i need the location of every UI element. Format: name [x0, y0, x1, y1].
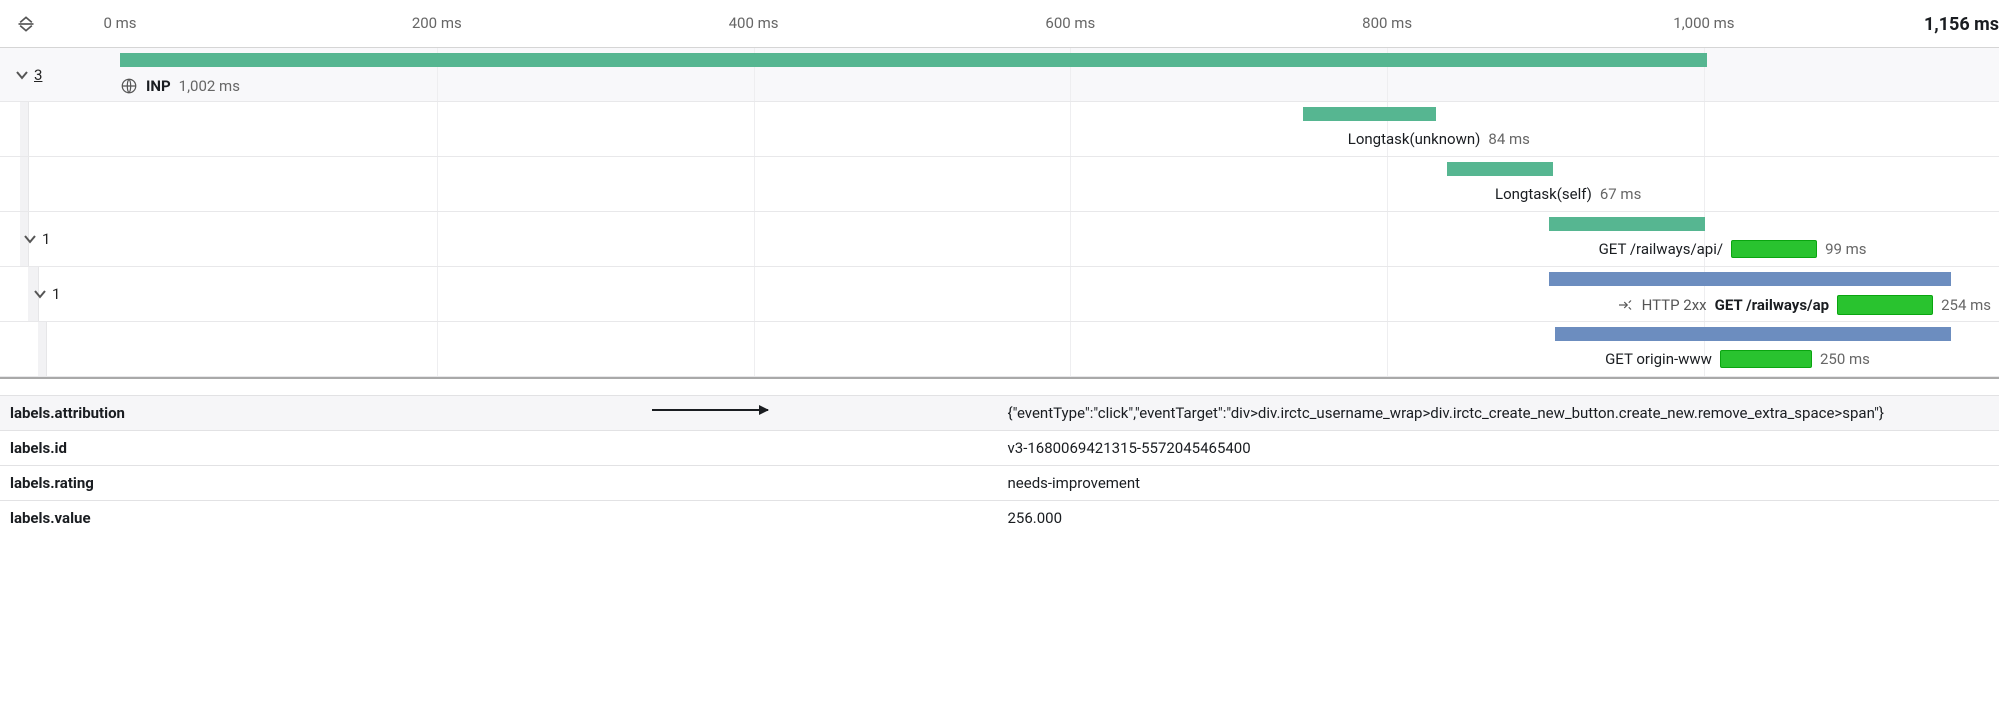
collapse-all-icon[interactable]: [16, 14, 36, 34]
detail-value: 256.000: [1008, 509, 1990, 527]
span-bar[interactable]: [1303, 107, 1436, 121]
timeline-tick: 600 ms: [1045, 14, 1095, 32]
span-bar[interactable]: [1555, 327, 1951, 341]
incoming-request-icon: [1616, 296, 1634, 314]
redacted-segment: [1837, 295, 1933, 315]
span-row-get-origin-www[interactable]: GET origin-www 250 ms: [0, 322, 1999, 377]
span-name: Longtask(unknown): [1348, 130, 1481, 148]
http-status: HTTP 2xx: [1642, 296, 1707, 314]
span-duration: 84 ms: [1488, 130, 1529, 148]
detail-key: labels.attribution: [10, 404, 992, 422]
timeline-total-label: 1,156 ms: [1924, 14, 1999, 35]
child-count[interactable]: 3: [34, 66, 42, 84]
detail-key: labels.rating: [10, 474, 992, 492]
detail-key: labels.value: [10, 509, 992, 527]
chevron-down-icon[interactable]: [32, 286, 48, 302]
child-count: 1: [52, 285, 60, 303]
span-name: GET origin-www: [1605, 350, 1712, 368]
redacted-segment: [1720, 350, 1812, 368]
redacted-segment: [1731, 240, 1817, 258]
globe-icon: [120, 77, 138, 95]
span-name: INP: [146, 77, 171, 95]
detail-row: labels.id v3-1680069421315-5572045465400: [0, 430, 1999, 465]
chevron-down-icon[interactable]: [22, 231, 38, 247]
span-duration: 67 ms: [1600, 185, 1641, 203]
timeline-tick: 800 ms: [1362, 14, 1412, 32]
span-row-inp[interactable]: 3 INP 1,002 ms: [0, 48, 1999, 102]
span-duration: 254 ms: [1941, 296, 1991, 314]
span-duration: 250 ms: [1820, 350, 1870, 368]
span-row-http-get-railways-ap[interactable]: 1 HTTP 2xx GET /railways/ap 254 ms: [0, 267, 1999, 322]
timeline-tick: 0 ms: [103, 14, 136, 32]
timeline-tick: 1,000 ms: [1673, 14, 1734, 32]
span-duration: 99 ms: [1825, 240, 1866, 258]
detail-row: labels.attribution {"eventType":"click",…: [0, 395, 1999, 430]
span-meta: INP 1,002 ms: [120, 77, 240, 95]
span-bar[interactable]: [1549, 272, 1951, 286]
timeline-ruler: 1,156 ms 0 ms 200 ms 400 ms 600 ms 800 ms 1,0…: [0, 0, 1999, 48]
span-row-longtask-unknown[interactable]: Longtask(unknown) 84 ms: [0, 102, 1999, 157]
span-row-get-railways-api[interactable]: 1 GET /railways/api/ 99 ms: [0, 212, 1999, 267]
detail-value: v3-1680069421315-5572045465400: [1008, 439, 1990, 457]
detail-key: labels.id: [10, 439, 992, 457]
timeline-tick: 200 ms: [412, 14, 462, 32]
span-bar[interactable]: [120, 53, 1707, 67]
detail-value: {"eventType":"click","eventTarget":"div>…: [1008, 404, 1990, 422]
span-rows: 3 INP 1,002 ms Longtask(unknown) 84 ms: [0, 48, 1999, 379]
detail-row: labels.rating needs-improvement: [0, 465, 1999, 500]
arrow-annotation: [652, 409, 768, 411]
detail-value: needs-improvement: [1008, 474, 1990, 492]
span-bar[interactable]: [1447, 162, 1553, 176]
details-table: labels.attribution {"eventType":"click",…: [0, 395, 1999, 535]
child-count: 1: [42, 230, 50, 248]
span-name: GET /railways/api/: [1599, 240, 1723, 258]
http-meta: HTTP 2xx: [1616, 296, 1707, 314]
chevron-down-icon[interactable]: [14, 67, 30, 83]
span-duration: 1,002 ms: [179, 77, 240, 95]
detail-row: labels.value 256.000: [0, 500, 1999, 535]
span-name: Longtask(self): [1495, 185, 1592, 203]
span-row-longtask-self[interactable]: Longtask(self) 67 ms: [0, 157, 1999, 212]
span-name: GET /railways/ap: [1715, 296, 1829, 314]
timeline-tick: 400 ms: [729, 14, 779, 32]
span-bar[interactable]: [1549, 217, 1706, 231]
